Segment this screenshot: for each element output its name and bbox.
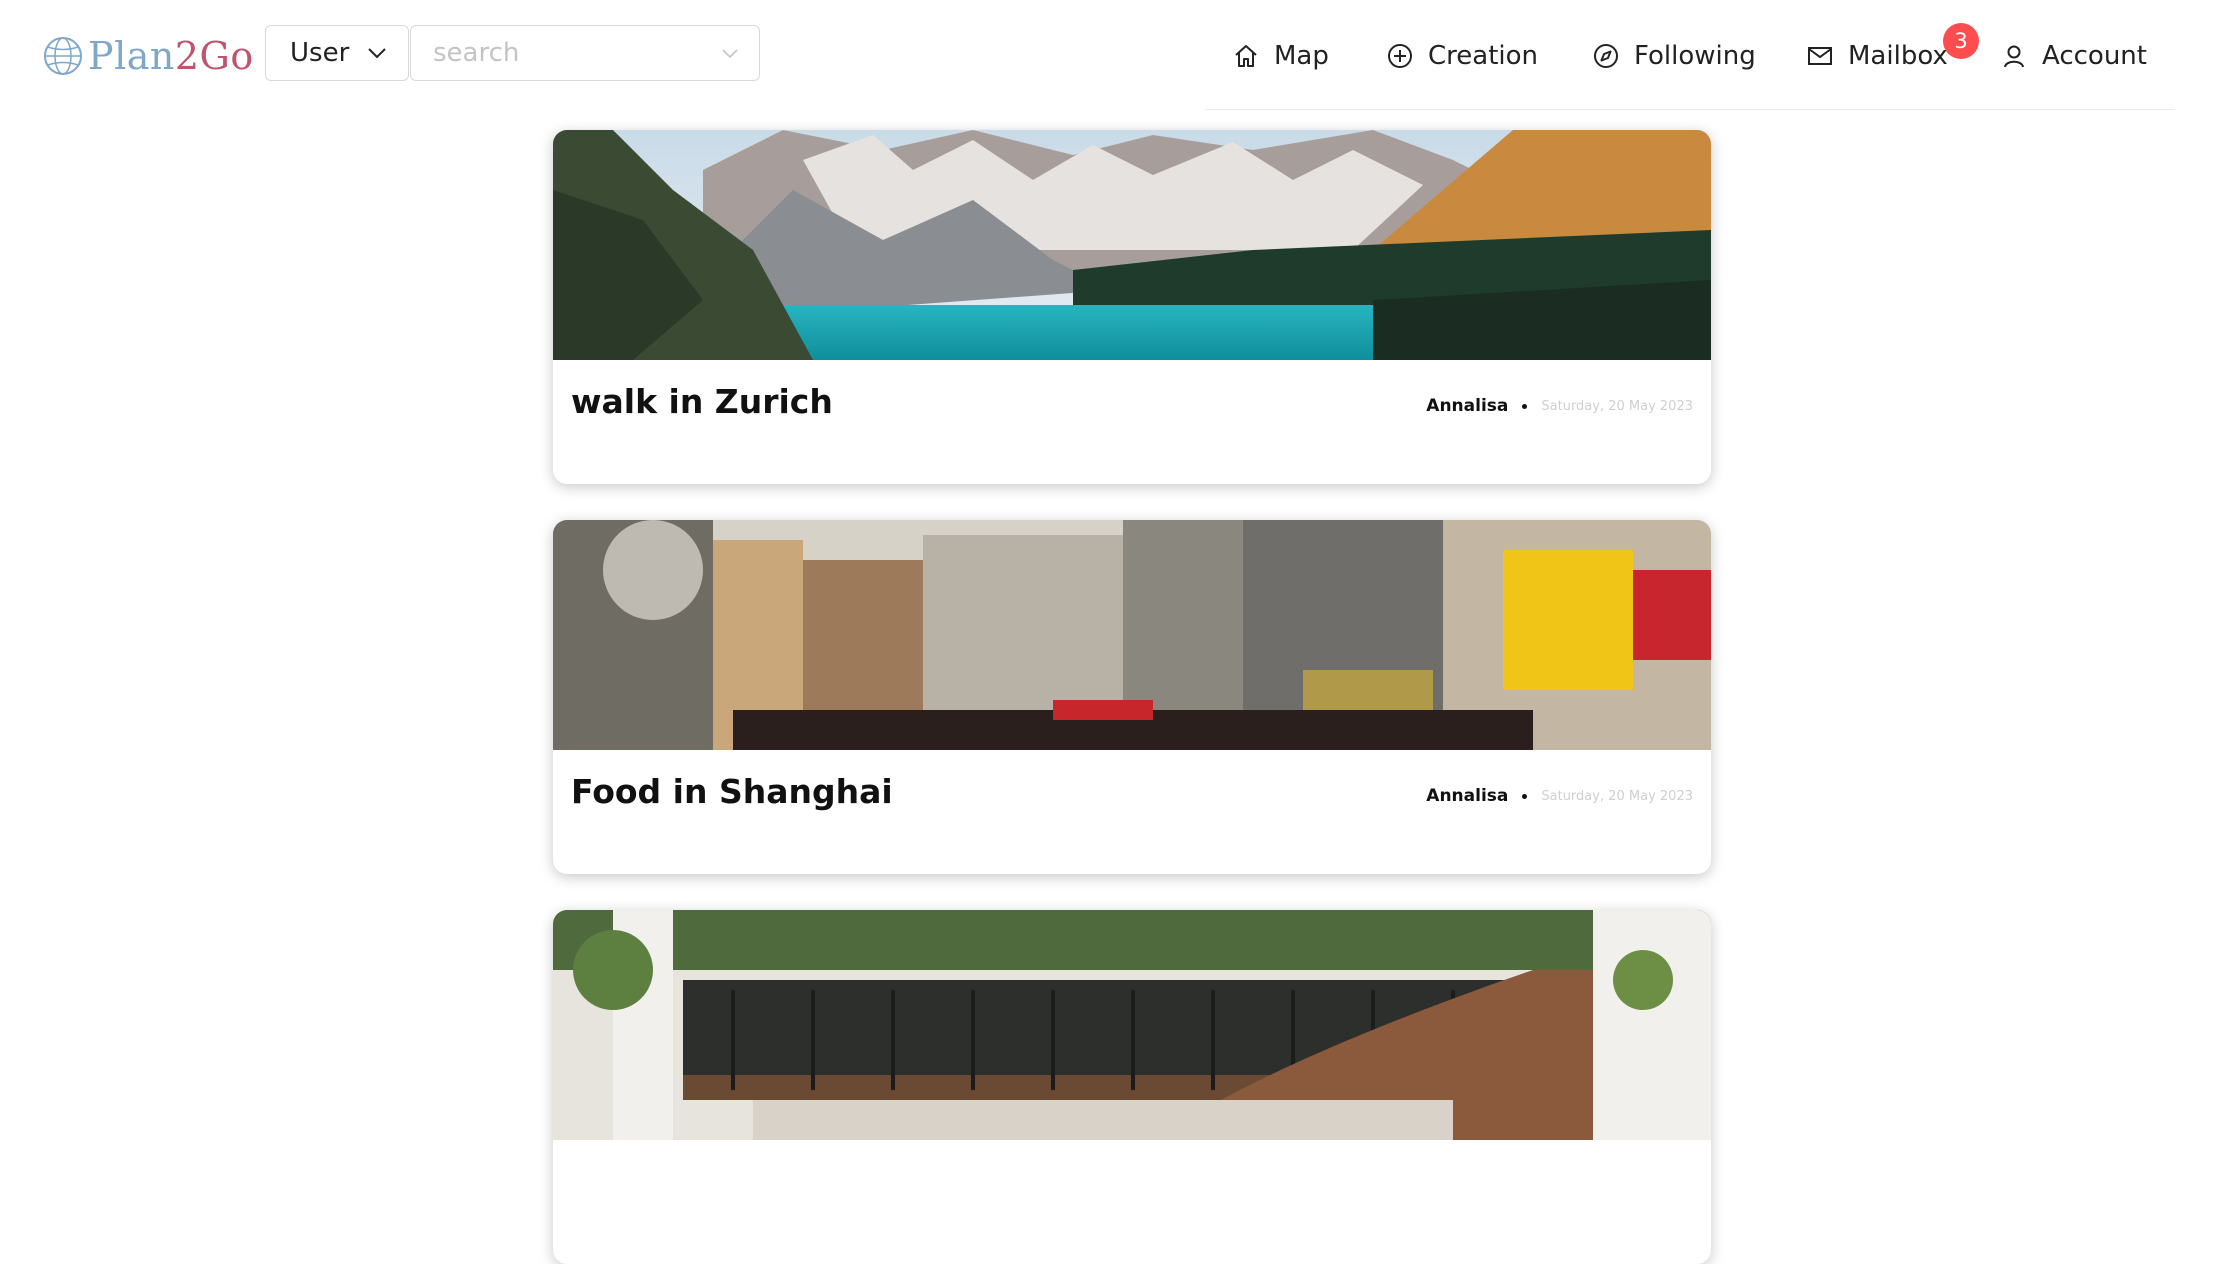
post-card[interactable] xyxy=(553,910,1711,1264)
separator-dot xyxy=(1522,793,1528,799)
mail-icon xyxy=(1808,47,1832,65)
post-author[interactable]: Annalisa xyxy=(1426,786,1508,806)
plant-balcony-photo xyxy=(553,910,1711,1140)
nav-creation-label: Creation xyxy=(1428,41,1539,71)
post-card[interactable]: walk in Zurich Annalisa Saturday, 20 May… xyxy=(553,130,1711,484)
search-type-value: User xyxy=(290,38,350,68)
nav-map[interactable]: Map xyxy=(1232,36,1329,76)
globe-icon xyxy=(44,37,82,75)
post-date: Saturday, 20 May 2023 xyxy=(1541,398,1693,414)
mountain-lake-photo xyxy=(553,130,1711,360)
search-type-select[interactable]: User xyxy=(265,25,409,81)
nav-creation[interactable]: Creation xyxy=(1386,36,1538,76)
shanghai-street-photo xyxy=(553,520,1711,750)
post-meta: Annalisa Saturday, 20 May 2023 xyxy=(1426,396,1693,416)
post-title[interactable]: Food in Shanghai xyxy=(571,772,893,811)
user-icon xyxy=(2004,45,2024,68)
post-author[interactable]: Annalisa xyxy=(1426,396,1508,416)
chevron-down-icon[interactable] xyxy=(721,47,739,59)
nav-mailbox[interactable]: Mailbox xyxy=(1806,36,1948,76)
app-logo[interactable]: Plan2Go xyxy=(42,30,254,82)
plus-circle-icon xyxy=(1388,44,1412,68)
logo-text: Plan2Go xyxy=(88,34,254,78)
nav-mailbox-label: Mailbox xyxy=(1848,41,1948,71)
compass-icon xyxy=(1594,44,1618,68)
home-icon xyxy=(1235,45,1257,67)
mailbox-badge: 3 xyxy=(1943,23,1979,59)
nav-account-label: Account xyxy=(2042,41,2147,71)
nav-following[interactable]: Following xyxy=(1592,36,1756,76)
post-card[interactable]: Food in Shanghai Annalisa Saturday, 20 M… xyxy=(553,520,1711,874)
nav-following-label: Following xyxy=(1634,41,1756,71)
separator-dot xyxy=(1522,403,1528,409)
search-input[interactable] xyxy=(431,37,705,69)
post-meta: Annalisa Saturday, 20 May 2023 xyxy=(1426,786,1693,806)
chevron-down-icon xyxy=(368,48,386,59)
post-title[interactable]: walk in Zurich xyxy=(571,382,833,421)
nav-account[interactable]: Account xyxy=(2000,36,2147,76)
post-date: Saturday, 20 May 2023 xyxy=(1541,788,1693,804)
nav-map-label: Map xyxy=(1274,41,1329,71)
search-box[interactable] xyxy=(410,25,760,81)
